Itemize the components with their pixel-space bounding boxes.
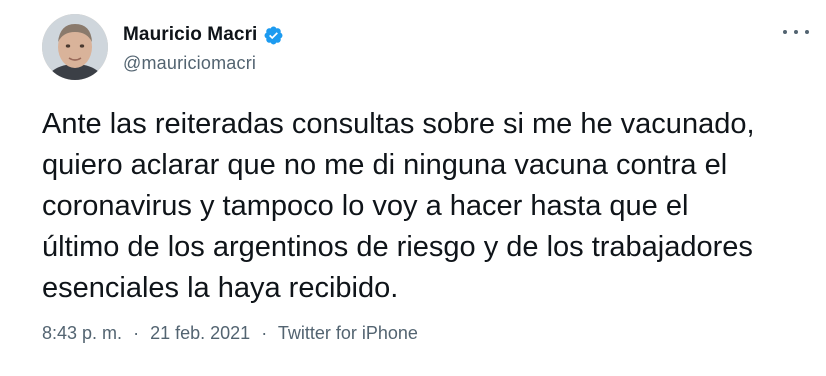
verified-badge-icon: [264, 26, 283, 44]
author-display-name[interactable]: Mauricio Macri: [123, 24, 257, 46]
author-name-row: Mauricio Macri: [123, 22, 284, 48]
author-handle[interactable]: @mauriciomacri: [123, 53, 256, 74]
more-options-icon[interactable]: [783, 22, 809, 42]
more-dot: [783, 30, 787, 34]
more-dot: [805, 30, 809, 34]
tweet-date[interactable]: 21 feb. 2021: [150, 323, 250, 343]
profile-photo: [42, 14, 108, 80]
more-dot: [794, 30, 798, 34]
avatar[interactable]: [42, 14, 108, 80]
tweet-metadata: 8:43 p. m. · 21 feb. 2021 · Twitter for …: [42, 323, 418, 344]
tweet-time[interactable]: 8:43 p. m.: [42, 323, 122, 343]
tweet-source[interactable]: Twitter for iPhone: [278, 323, 418, 343]
meta-separator: ·: [261, 323, 268, 343]
meta-separator: ·: [133, 323, 140, 343]
tweet-text: Ante las reiteradas consultas sobre si m…: [42, 108, 755, 304]
tweet-card: Mauricio Macri @mauriciomacri Ante las r…: [0, 0, 826, 376]
